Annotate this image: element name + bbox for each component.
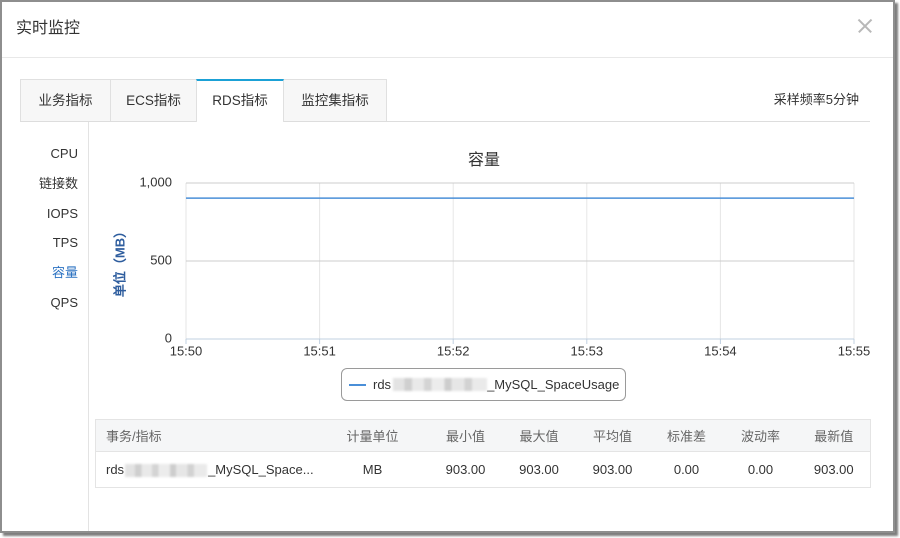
header-divider: [2, 57, 893, 58]
column-header-std: 标准差: [649, 419, 724, 452]
redacted-mosaic: [393, 378, 488, 391]
cell-metric: rds _MySQL_Space...: [96, 452, 317, 488]
sidebar-item-tps[interactable]: TPS: [2, 228, 78, 258]
column-header-metric: 事务/指标: [95, 419, 317, 452]
y-tick-label: 1,000: [139, 174, 172, 189]
y-tick-label: 500: [150, 252, 172, 267]
realtime-monitor-dialog: 实时监控 业务指标 ECS指标 RDS指标 监控集指标 采样频率5分钟 CPU …: [0, 0, 895, 533]
x-tick-label: 15:55: [838, 343, 871, 358]
cell-std: 0.00: [673, 462, 700, 477]
cell-latest: 903.00: [813, 462, 854, 477]
data-point: [317, 195, 323, 201]
column-header-latest: 最新值: [797, 419, 871, 452]
tab-monitor-set-metrics[interactable]: 监控集指标: [283, 79, 387, 121]
x-tick-label: 15:53: [571, 343, 604, 358]
x-tick-label: 15:50: [170, 343, 203, 358]
tab-rds-metrics[interactable]: RDS指标: [196, 79, 284, 122]
cell-metric-suffix: _MySQL_Space...: [208, 461, 314, 477]
data-point: [717, 195, 723, 201]
cell-max: 903.00: [519, 462, 559, 477]
cell-unit: MB: [362, 462, 383, 477]
x-tick-label: 15:51: [303, 343, 336, 358]
x-tick-label: 15:52: [437, 343, 470, 358]
column-header-min: 最小值: [428, 419, 503, 452]
metric-tabs: 业务指标 ECS指标 RDS指标 监控集指标: [20, 79, 387, 122]
close-icon: [855, 16, 875, 36]
legend-label-prefix: rds: [373, 377, 392, 392]
sampling-rate-label: 采样频率5分钟: [773, 92, 859, 107]
chart-legend-item[interactable]: rds _MySQL_SpaceUsage: [341, 368, 626, 401]
legend-series-swatch: [349, 383, 366, 386]
tab-baseline: [20, 121, 870, 122]
metric-stats-table: 事务/指标 计量单位 最小值 最大值 平均值 标准差 波动率 最新值 rds _M…: [95, 419, 871, 488]
y-axis-title: 单位（MB）: [112, 225, 127, 297]
sidebar-item-capacity[interactable]: 容量: [2, 258, 78, 288]
data-point: [851, 195, 857, 201]
cell-min: 903.00: [445, 462, 486, 477]
data-point: [183, 195, 189, 201]
legend-label-suffix: _MySQL_SpaceUsage: [487, 377, 620, 392]
sidebar-divider: [88, 122, 89, 531]
table-header-row: 事务/指标 计量单位 最小值 最大值 平均值 标准差 波动率 最新值: [95, 419, 871, 452]
cell-metric-prefix: rds: [106, 461, 125, 477]
table-row: rds _MySQL_Space... MB 903.00 903.00 903.…: [96, 452, 871, 488]
sidebar-item-connections[interactable]: 链接数: [2, 169, 78, 199]
capacity-chart: 05001,00015:50 15:51 15:52 15:53 15:54 15:55单…: [112, 174, 871, 358]
close-button[interactable]: [855, 16, 875, 36]
redacted-mosaic: [125, 464, 208, 478]
column-header-volatility: 波动率: [723, 419, 798, 452]
x-tick-label: 15:54: [704, 343, 737, 358]
sidebar-item-iops[interactable]: IOPS: [2, 199, 78, 229]
column-header-max: 最大值: [502, 419, 576, 452]
tab-ecs-metrics[interactable]: ECS指标: [110, 79, 197, 121]
metric-sidebar: CPU 链接数 IOPS TPS 容量 QPS: [2, 139, 78, 318]
column-header-unit: 计量单位: [316, 419, 429, 452]
data-point: [584, 195, 590, 201]
column-header-avg: 平均值: [575, 419, 650, 452]
dialog-title: 实时监控: [16, 20, 81, 37]
tab-business-metrics[interactable]: 业务指标: [20, 79, 111, 121]
data-point: [450, 195, 456, 201]
sidebar-item-cpu[interactable]: CPU: [2, 139, 78, 169]
sidebar-item-qps[interactable]: QPS: [2, 288, 78, 318]
cell-volatility: 0.00: [747, 462, 774, 477]
cell-avg: 903.00: [592, 462, 633, 477]
